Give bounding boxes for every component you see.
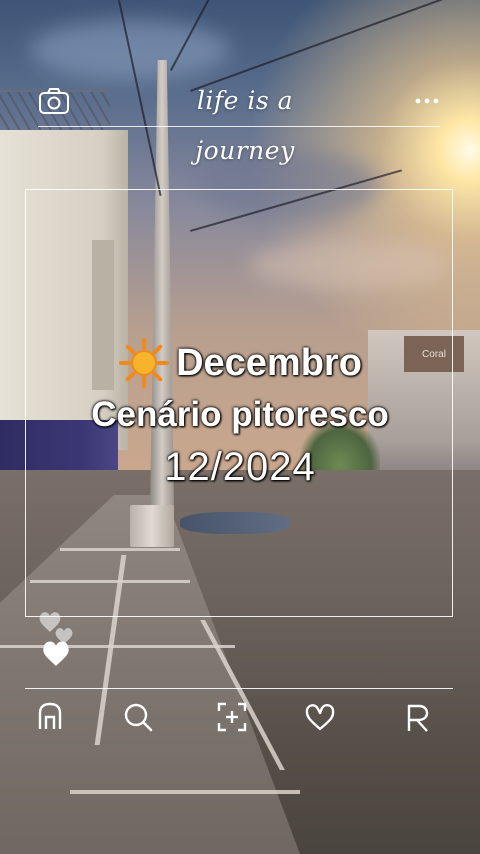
more-dots-icon[interactable]: [414, 94, 440, 106]
home-icon[interactable]: [33, 700, 67, 734]
caption-date: 12/2024: [164, 445, 316, 489]
header-title: life is a journey: [195, 86, 295, 165]
caption-month: Decembro: [176, 342, 362, 384]
header-divider: [38, 126, 440, 127]
bottom-nav: [0, 696, 480, 740]
caption-line-1: Decembro: [0, 336, 480, 390]
caption-line-2: Cenário pitoresco: [91, 395, 389, 434]
profile-icon[interactable]: [400, 700, 434, 734]
top-bar: life is a journey: [0, 76, 480, 165]
hearts-icon: [36, 610, 86, 670]
camera-icon[interactable]: [38, 87, 70, 115]
search-icon[interactable]: [121, 700, 155, 734]
caption: Decembro Cenário pitoresco 12/2024: [0, 336, 480, 494]
add-frame-icon[interactable]: [215, 700, 249, 734]
story-overlay: life is a journey Decembro Cenário pitor…: [0, 0, 480, 854]
sun-emoji: [119, 338, 170, 388]
heart-icon[interactable]: [303, 700, 337, 734]
nav-divider: [25, 688, 453, 689]
